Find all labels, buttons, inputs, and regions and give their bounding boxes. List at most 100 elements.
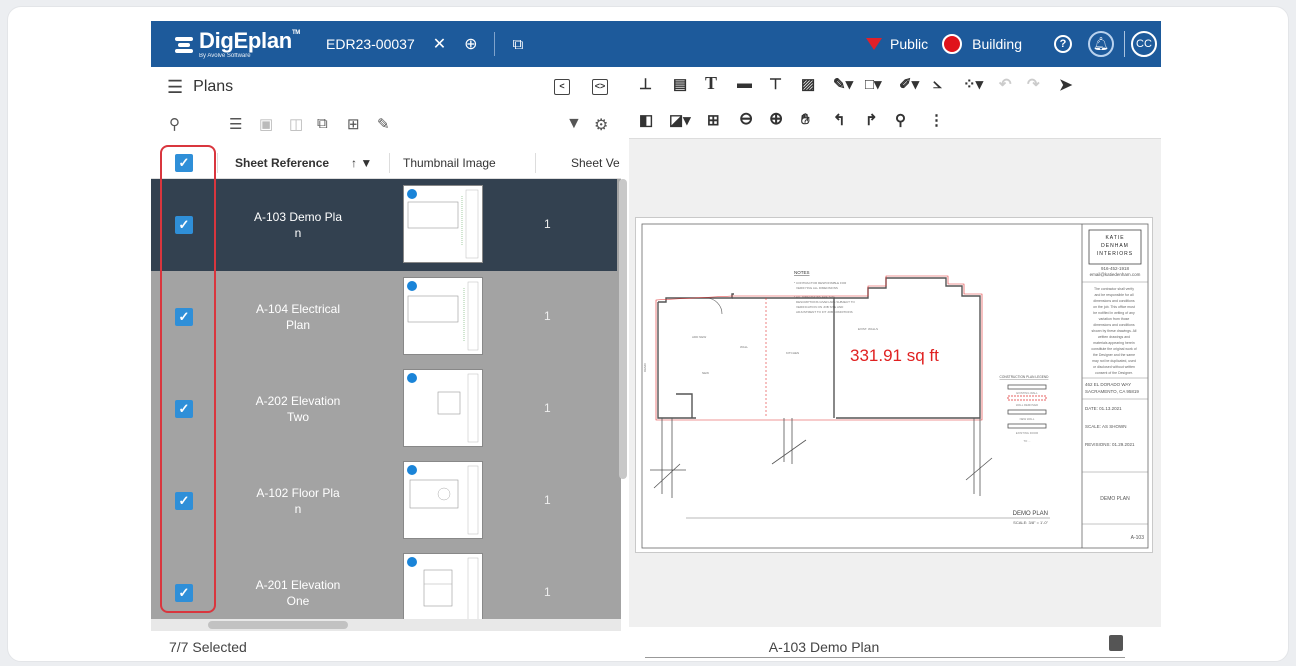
- svg-text:The contractor shall verify: The contractor shall verify: [1094, 287, 1134, 291]
- toggle-sidebar-icon[interactable]: ◧: [639, 111, 653, 129]
- sort-ascending-icon[interactable]: ↑ ▼: [351, 156, 372, 170]
- split-view-icon[interactable]: ◫: [289, 115, 303, 133]
- redo-icon[interactable]: ↷: [1027, 75, 1040, 93]
- filter-icon[interactable]: [866, 38, 883, 50]
- sheet-name-text: DEMO PLAN: [1100, 496, 1130, 502]
- app: DigEplanTM By Avolve Software EDR23-0003…: [151, 21, 1161, 661]
- image-icon[interactable]: ▨: [801, 75, 815, 93]
- column-thumbnail-image[interactable]: Thumbnail Image: [403, 156, 496, 170]
- sheet-thumbnail[interactable]: [403, 185, 483, 263]
- svg-text:variation from those: variation from those: [1099, 317, 1130, 321]
- view-toolbar: ◧ ◪▾ ⊞ ⊖ ⊕ ✋︎ ↰ ↱ ⚲ ⋮: [629, 103, 1161, 139]
- plans-toolbar: ⚲ ☰ ▣ ◫ ⧉ ⊞ ✎ ▼ ⚙: [151, 107, 621, 143]
- stamp-icon[interactable]: ⊥: [639, 75, 652, 93]
- sheet-thumbnail[interactable]: [403, 553, 483, 619]
- svg-text:be notified in writing of any: be notified in writing of any: [1093, 311, 1135, 315]
- scale-text: SCALE: AS SHOWN: [1085, 424, 1127, 429]
- select-region-icon[interactable]: ⁘▾: [963, 75, 983, 93]
- menu-icon[interactable]: ☰: [167, 77, 183, 98]
- svg-text:VERIFICATION ON JOB SITE AND: VERIFICATION ON JOB SITE AND: [796, 305, 844, 309]
- table-row[interactable]: ✓ A-102 Floor Pla n 1: [151, 455, 617, 547]
- table-row[interactable]: ✓ A-103 Demo Pla n 1: [151, 179, 617, 271]
- comment-icon[interactable]: ▬: [737, 75, 752, 92]
- svg-text:DENHAM: DENHAM: [1101, 243, 1129, 249]
- svg-text:WALL: WALL: [740, 345, 748, 349]
- revisions-text: REVISIONS: 01.29.2021: [1085, 442, 1135, 447]
- svg-text:EXISTING WALL: EXISTING WALL: [1016, 391, 1038, 395]
- note-icon[interactable]: ▤: [673, 75, 687, 93]
- layer-color-icon[interactable]: [942, 34, 963, 54]
- text-icon[interactable]: T: [705, 73, 717, 94]
- plan-title-text: DEMO PLAN: [1013, 511, 1048, 517]
- highlighter-icon[interactable]: ⊤: [769, 75, 782, 93]
- app-name: DigEplanTM: [199, 27, 301, 53]
- open-external-icon[interactable]: ⧉: [513, 36, 524, 53]
- app-logo[interactable]: DigEplanTM By Avolve Software: [175, 27, 301, 59]
- sheet-thumbnail[interactable]: [403, 277, 483, 355]
- list-view-icon[interactable]: ☰: [229, 115, 242, 133]
- date-text: DATE: 01.13.2021: [1085, 406, 1122, 411]
- zoom-in-icon[interactable]: ⊕: [769, 109, 783, 129]
- sheet-reference: A-201 Elevation One: [255, 578, 341, 608]
- search-icon[interactable]: ⚲: [169, 115, 180, 133]
- plan-scale-text: SCALE: 3/8" = 1'-0": [1013, 520, 1048, 525]
- rotate-right-icon[interactable]: ↱: [865, 111, 878, 129]
- notifications-icon[interactable]: 🔔︎: [1088, 31, 1114, 57]
- page-layout-icon[interactable]: ◪▾: [669, 111, 691, 129]
- visibility-filter[interactable]: Public: [890, 36, 928, 52]
- selection-status: 7/7 Selected: [169, 639, 247, 655]
- undo-icon[interactable]: ↶: [999, 75, 1012, 93]
- expand-panel-icon[interactable]: <>: [592, 79, 608, 95]
- plan-sheet[interactable]: KATIE DENHAM INTERIORS 916-452-1918 emai…: [635, 217, 1153, 553]
- rotate-left-icon[interactable]: ↰: [833, 111, 846, 129]
- table-row[interactable]: ✓ A-202 Elevation Two 1: [151, 363, 617, 455]
- area-measurement[interactable]: 331.91 sq ft: [850, 346, 939, 365]
- filter-icon[interactable]: ▼: [566, 115, 582, 133]
- open-in-new-icon[interactable]: ⧉: [317, 115, 328, 132]
- avatar[interactable]: CC: [1131, 31, 1157, 57]
- sheet-version: 1: [544, 585, 551, 599]
- layers-icon[interactable]: ⊞: [347, 115, 360, 133]
- add-document-icon[interactable]: ⊕: [464, 34, 477, 54]
- compare-icon[interactable]: ▣: [259, 115, 273, 133]
- table-row[interactable]: ✓ A-104 Electrical Plan 1: [151, 271, 617, 363]
- svg-text:DESCRIPTIONS GIVEN ARE SUBJECT: DESCRIPTIONS GIVEN ARE SUBJECT TO: [796, 300, 856, 304]
- search-icon[interactable]: ⚲: [895, 111, 906, 129]
- vertical-scrollbar[interactable]: [619, 179, 627, 479]
- markup-toggle-icon[interactable]: ✎: [377, 115, 390, 133]
- measure-icon[interactable]: ✐▾: [899, 75, 919, 93]
- grid-header: ✓ Sheet Reference ↑ ▼ Thumbnail Image Sh…: [151, 147, 621, 179]
- area-icon[interactable]: ⦣: [933, 75, 942, 92]
- help-icon[interactable]: ?: [1054, 35, 1072, 53]
- collapse-panel-icon[interactable]: <: [554, 79, 570, 95]
- horizontal-scrollbar[interactable]: [208, 621, 348, 629]
- fit-page-icon[interactable]: ⊞: [707, 111, 720, 129]
- svg-text:dimensions and conditions: dimensions and conditions: [1093, 323, 1134, 327]
- status-dot-icon: [407, 465, 417, 475]
- svg-text:dimensions and conditions: dimensions and conditions: [1093, 299, 1134, 303]
- close-document-icon[interactable]: ✕: [433, 34, 446, 54]
- layer-selector[interactable]: Building: [972, 36, 1022, 52]
- shape-icon[interactable]: □▾: [865, 75, 882, 93]
- sheet-thumbnail[interactable]: [403, 461, 483, 539]
- sheet-thumbnail[interactable]: [403, 369, 483, 447]
- email-text: email@katiedenham.com: [1090, 272, 1141, 277]
- svg-text:materials appearing herein: materials appearing herein: [1093, 341, 1134, 345]
- legend-title: CONSTRUCTION PLAN LEGEND: [1000, 375, 1050, 379]
- pen-icon[interactable]: ✎▾: [833, 75, 853, 93]
- svg-text:or disclosed without written: or disclosed without written: [1093, 365, 1135, 369]
- checkbox-highlight: [160, 145, 216, 613]
- more-icon[interactable]: ⋮: [929, 111, 944, 129]
- column-sheet-reference[interactable]: Sheet Reference: [235, 156, 329, 170]
- pointer-icon[interactable]: ➤: [1059, 75, 1072, 95]
- sheet-info-icon[interactable]: [1109, 635, 1123, 651]
- app-subtitle: By Avolve Software: [199, 52, 251, 59]
- svg-text:SACRAMENTO, CA 95819: SACRAMENTO, CA 95819: [1085, 389, 1139, 394]
- svg-text:EXIST. WALLS: EXIST. WALLS: [858, 327, 878, 331]
- settings-icon[interactable]: ⚙: [594, 115, 608, 135]
- pan-icon[interactable]: ✋︎: [801, 111, 810, 128]
- table-row[interactable]: ✓ A-201 Elevation One 1: [151, 547, 617, 619]
- sheet-reference: A-102 Floor Pla n: [256, 486, 340, 516]
- zoom-out-icon[interactable]: ⊖: [739, 109, 753, 129]
- column-sheet-version[interactable]: Sheet Ve: [571, 156, 620, 170]
